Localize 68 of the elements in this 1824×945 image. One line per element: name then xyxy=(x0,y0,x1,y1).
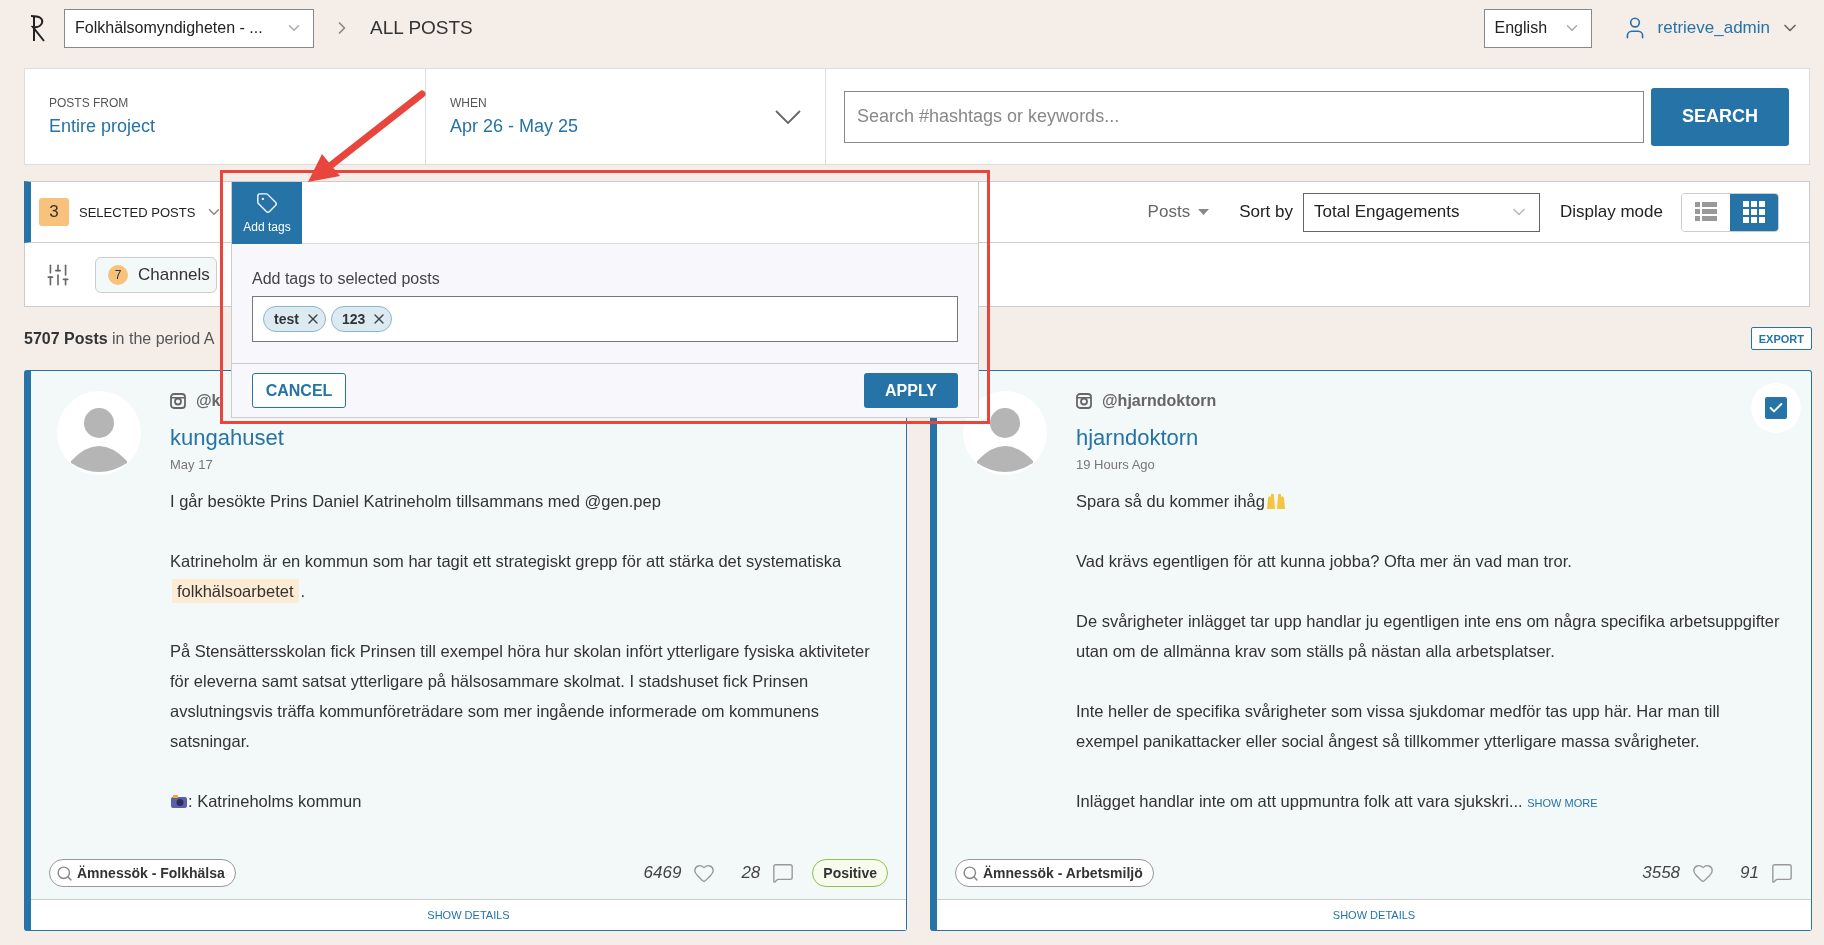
comments-count: 28 xyxy=(741,863,761,883)
language-select[interactable]: English xyxy=(1483,8,1592,48)
post-text: Vad krävs egentligen för att kunna jobba? Ofta mer än vad man tror. xyxy=(1076,551,1573,572)
selected-posts-label[interactable]: SELECTED POSTS xyxy=(79,204,196,220)
post-text: : Katrineholms kommun xyxy=(188,792,362,810)
show-details-button[interactable]: SHOW DETAILS xyxy=(937,899,1811,930)
tag-icon xyxy=(256,192,278,214)
comments-count: 91 xyxy=(1740,863,1759,883)
add-tags-tab[interactable]: Add tags xyxy=(232,182,302,244)
post-handle: @hjarndoktorn xyxy=(1102,392,1217,410)
camera-icon xyxy=(170,793,188,809)
chevron-down-icon xyxy=(775,109,801,124)
post-text: Spara så du kommer ihåg xyxy=(1076,492,1265,510)
show-more-link[interactable]: SHOW MORE xyxy=(1527,797,1598,809)
post-date: 19 Hours Ago xyxy=(1076,457,1156,472)
grid-icon xyxy=(1743,201,1765,223)
comment-icon xyxy=(1771,862,1793,884)
search-icon xyxy=(962,864,979,882)
topic-tag[interactable]: Ämnessök - Folkhälsa xyxy=(49,859,236,887)
comment-icon xyxy=(772,862,795,884)
user-name[interactable]: retrieve_admin xyxy=(1657,18,1770,38)
avatar-icon xyxy=(57,391,141,475)
search-button[interactable]: SEARCH xyxy=(1651,87,1789,146)
posts-summary: 5707 Posts in the period A xyxy=(24,329,215,348)
post-handle: @k xyxy=(196,392,221,410)
caret-icon xyxy=(1198,209,1210,215)
heart-icon xyxy=(693,862,716,884)
sort-label: Sort by xyxy=(1239,202,1293,222)
cancel-button[interactable]: CANCEL xyxy=(252,373,346,408)
search-field[interactable]: Search #hashtags or keywords... xyxy=(844,90,1644,143)
filter-icon[interactable] xyxy=(45,261,71,288)
search-icon xyxy=(56,864,73,882)
project-select[interactable]: Folkhälsomyndigheten - ... xyxy=(64,8,314,48)
likes-count: 3558 xyxy=(1642,863,1681,883)
heart-icon xyxy=(1692,862,1715,884)
grid-view-button[interactable] xyxy=(1730,193,1778,231)
sort-select[interactable]: Total Engagements xyxy=(1303,192,1540,232)
page-title: ALL POSTS xyxy=(370,17,474,39)
camera-icon xyxy=(1076,393,1092,409)
tag-chip: 123 xyxy=(330,306,393,332)
export-button[interactable]: EXPORT xyxy=(1750,327,1812,350)
topic-tag[interactable]: Ämnessök - Arbetsmiljö xyxy=(955,859,1154,887)
post-text: Inlägget handlar inte om att uppmuntra folk att vara sjukskri... SHOW MORE xyxy=(1076,791,1599,812)
date-filter[interactable]: WHEN Apr 26 - May 25 xyxy=(426,69,826,164)
posts-menu[interactable]: Posts xyxy=(1147,202,1210,222)
post-text: De svårigheter inlägget tar upp handlar ju egentligen inte ens om några specifika arbetsuppgifter utan om de allmänna krav som ställs på nästan alla arbetsplatser. xyxy=(1076,611,1781,662)
post-date: May 17 xyxy=(170,457,214,472)
post-text: På Stensättersskolan fick Prinsen till exempel höra hur skolan infört ytterligare fysiska aktiviteter för eleverna samt satsat ytterligare på hälsosammare skolmat. I stadshuset fick Prinsen avslutningsvis träffa kommunföreträdare som mer ingående informerade om kommunens satsningar. xyxy=(170,641,871,752)
likes-count: 6469 xyxy=(643,863,682,883)
logo-icon xyxy=(28,14,46,42)
camera-icon xyxy=(170,393,186,409)
author-name[interactable]: kungahuset xyxy=(170,425,284,451)
tags-input-field[interactable]: test 123 xyxy=(252,296,958,342)
sentiment-tag: Positive xyxy=(812,859,888,887)
channels-filter[interactable]: 7 Channels xyxy=(95,256,217,293)
tag-chip: test xyxy=(263,306,326,332)
raised-hands-icon xyxy=(1264,492,1287,510)
add-tags-label: Add tags to selected posts xyxy=(252,270,441,288)
apply-button[interactable]: APPLY xyxy=(864,373,958,408)
author-name[interactable]: hjarndoktorn xyxy=(1076,425,1199,451)
list-icon xyxy=(1695,202,1717,222)
post-text: Katrineholm är en kommun som har tagit ett strategiskt grepp för att stärka det systematiska folkhälsoarbetet . xyxy=(170,546,876,606)
select-checkbox[interactable] xyxy=(1765,397,1787,419)
selected-count: 3 xyxy=(39,198,69,226)
show-details-button[interactable]: SHOW DETAILS xyxy=(31,899,906,930)
display-mode-label: Display mode xyxy=(1560,202,1663,222)
post-text: I går besökte Prins Daniel Katrineholm tillsammans med @gen.pep xyxy=(170,491,662,512)
post-text: Inte heller de specifika svårigheter som vissa sjukdomar medför tas upp här. Har man till exempel panikattacker eller social ångest så tillkommer ytterligare massa svårigheter. xyxy=(1076,701,1721,752)
